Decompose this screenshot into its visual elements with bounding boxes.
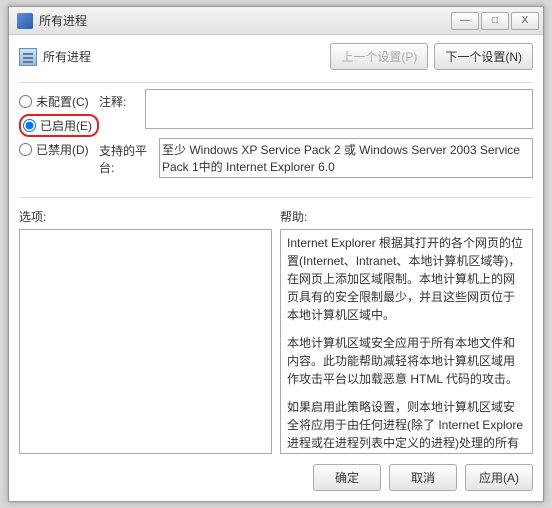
platform-label: 支持的平台: <box>99 138 159 181</box>
help-textbox[interactable]: Internet Explorer 根据其打开的各个网页的位置(Internet… <box>280 229 533 454</box>
radio-enabled-input[interactable] <box>23 119 36 132</box>
help-paragraph: 本地计算机区域安全应用于所有本地文件和内容。此功能帮助减轻将本地计算机区域用作攻… <box>287 334 526 388</box>
help-column: 帮助: Internet Explorer 根据其打开的各个网页的位置(Inte… <box>280 208 533 454</box>
cancel-button[interactable]: 取消 <box>389 464 457 491</box>
comment-textarea[interactable] <box>145 89 533 129</box>
policy-icon <box>19 48 37 66</box>
radio-unconfigured[interactable]: 未配置(C) <box>19 93 99 110</box>
help-paragraph: Internet Explorer 根据其打开的各个网页的位置(Internet… <box>287 234 526 324</box>
minimize-button[interactable]: — <box>451 12 479 30</box>
options-label: 选项: <box>19 208 272 225</box>
ok-button[interactable]: 确定 <box>313 464 381 491</box>
nav-buttons: 上一个设置(P) 下一个设置(N) <box>330 43 533 70</box>
platform-row: 支持的平台: <box>99 138 533 181</box>
titlebar[interactable]: 所有进程 — □ X <box>9 7 543 35</box>
close-button[interactable]: X <box>511 12 539 30</box>
radio-group: 未配置(C) 已启用(E) 已禁用(D) <box>19 89 99 187</box>
radio-disabled-input[interactable] <box>19 143 32 156</box>
options-column: 选项: <box>19 208 272 454</box>
maximize-button[interactable]: □ <box>481 12 509 30</box>
policy-title: 所有进程 <box>43 48 91 65</box>
help-label: 帮助: <box>280 208 533 225</box>
separator <box>19 82 533 83</box>
radio-unconfigured-label: 未配置(C) <box>36 93 89 110</box>
separator-2 <box>19 197 533 198</box>
app-icon <box>17 13 33 29</box>
platform-textarea <box>159 138 533 178</box>
apply-button[interactable]: 应用(A) <box>465 464 533 491</box>
window-title: 所有进程 <box>39 12 449 29</box>
lists-row: 选项: 帮助: Internet Explorer 根据其打开的各个网页的位置(… <box>19 208 533 454</box>
header-row: 所有进程 上一个设置(P) 下一个设置(N) <box>19 43 533 70</box>
radio-enabled[interactable]: 已启用(E) <box>19 114 99 137</box>
radio-enabled-label: 已启用(E) <box>40 117 92 134</box>
prev-setting-button[interactable]: 上一个设置(P) <box>330 43 428 70</box>
form-area: 未配置(C) 已启用(E) 已禁用(D) 注释: <box>19 89 533 187</box>
content-area: 所有进程 上一个设置(P) 下一个设置(N) 未配置(C) 已启用(E) <box>9 35 543 501</box>
help-paragraph: 如果启用此策略设置，则本地计算机区域安全将应用于由任何进程(除了 Interne… <box>287 398 526 454</box>
comment-label: 注释: <box>99 89 145 132</box>
comment-row: 注释: <box>99 89 533 132</box>
radio-disabled-label: 已禁用(D) <box>36 141 89 158</box>
radio-unconfigured-input[interactable] <box>19 95 32 108</box>
options-listbox[interactable] <box>19 229 272 454</box>
next-setting-button[interactable]: 下一个设置(N) <box>434 43 533 70</box>
dialog-window: 所有进程 — □ X 所有进程 上一个设置(P) 下一个设置(N) 未配置(C) <box>8 6 544 502</box>
window-controls: — □ X <box>449 12 539 30</box>
header-left: 所有进程 <box>19 48 91 66</box>
footer-buttons: 确定 取消 应用(A) <box>19 454 533 491</box>
fields-column: 注释: 支持的平台: <box>99 89 533 187</box>
radio-disabled[interactable]: 已禁用(D) <box>19 141 99 158</box>
